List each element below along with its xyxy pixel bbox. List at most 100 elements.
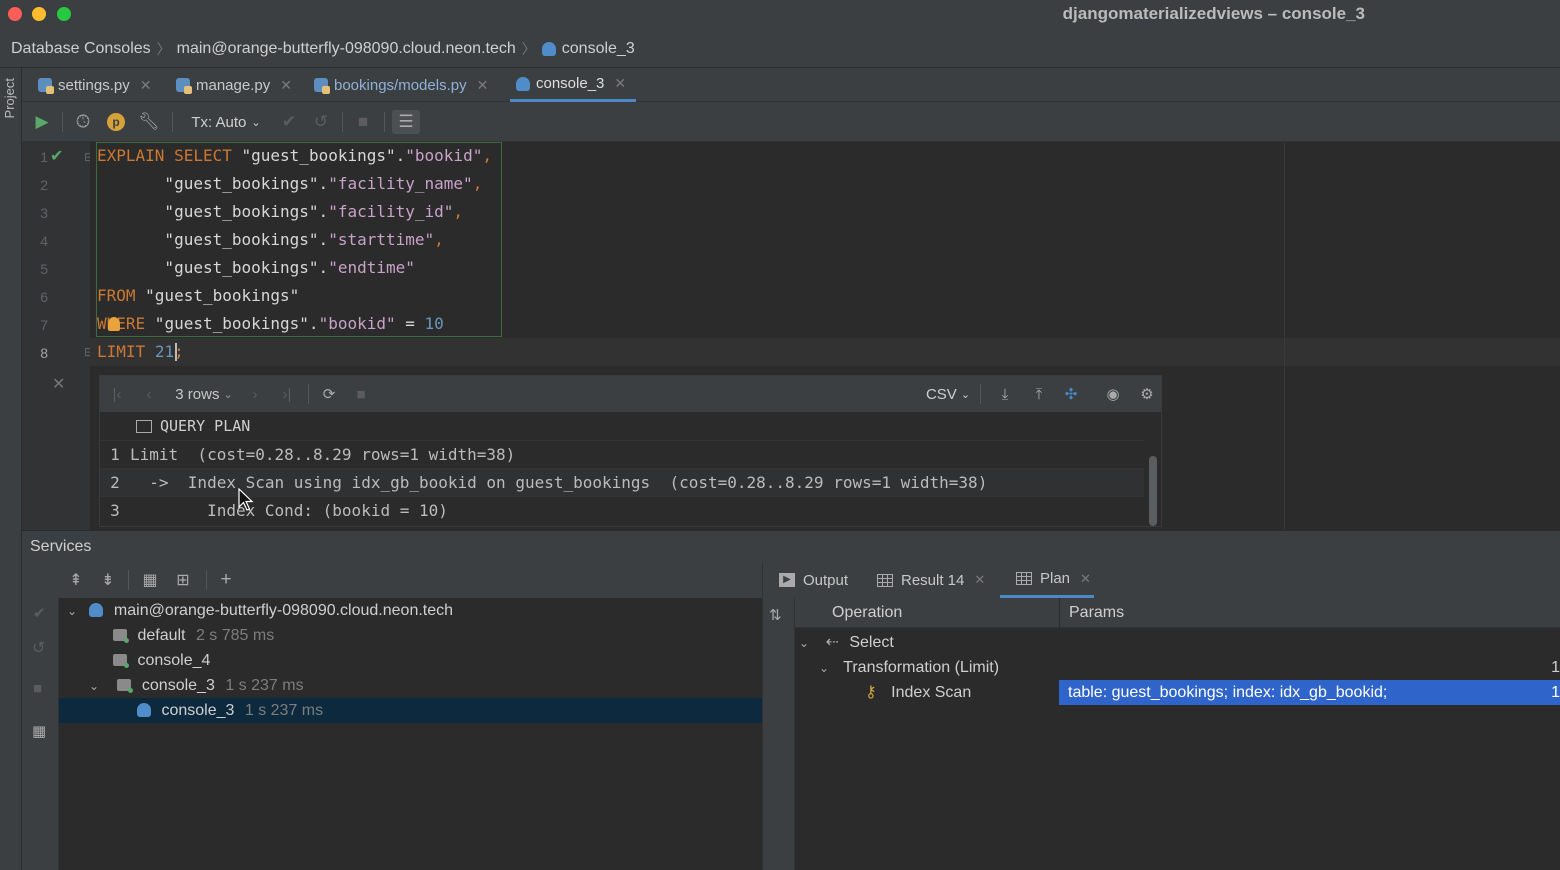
group-by-icon[interactable]: ▦ — [140, 570, 160, 590]
close-window-button[interactable] — [8, 7, 22, 21]
tab-console-3[interactable]: console_3 ✕ — [510, 68, 636, 102]
plan-row[interactable]: ⚷ Index Scan table: guest_bookings; inde… — [795, 680, 1560, 705]
result-column-header[interactable]: QUERY PLAN — [100, 414, 1161, 440]
operation-label: Index Scan — [891, 684, 972, 701]
expand-all-icon[interactable]: ⇞ — [66, 570, 86, 590]
history-icon[interactable]: 🕓︎ — [72, 110, 94, 134]
download-icon[interactable]: ⤓ — [994, 384, 1016, 404]
tab-manage-py[interactable]: manage.py ✕ — [170, 68, 298, 102]
close-icon[interactable]: ✕ — [140, 77, 152, 94]
inline-result-panel: |‹ ‹ 3 rows ⌄ › ›| ⟳ ■ CSV ⌄ ⤓ ⤒ ✣ ◉ ⚙ QUE… — [99, 375, 1162, 527]
close-icon[interactable]: ✕ — [280, 77, 292, 94]
close-icon[interactable]: ✕ — [614, 75, 626, 92]
code-line[interactable]: "guest_bookings"."facility_id", — [97, 198, 463, 226]
commit-icon[interactable]: ✔ — [33, 604, 46, 622]
pin-tab-icon[interactable]: ✣ — [1060, 384, 1082, 404]
session-icon — [117, 679, 134, 693]
close-icon[interactable]: ✕ — [974, 572, 985, 588]
close-icon[interactable]: ✕ — [477, 77, 489, 94]
rollback-icon[interactable]: ↺ — [32, 638, 45, 658]
tree-item-session[interactable]: ⌄ console_3 1 s 237 ms — [59, 673, 762, 698]
params-cell[interactable]: table: guest_bookings; index: idx_gb_boo… — [1059, 680, 1560, 705]
results-view-icon[interactable]: ☰ — [392, 110, 420, 134]
zoom-window-button[interactable] — [57, 7, 71, 21]
chevron-down-icon[interactable]: ⌄ — [67, 599, 81, 624]
export-format-dropdown[interactable]: CSV ⌄ — [924, 384, 972, 404]
tab-result-14[interactable]: Result 14 ✕ — [877, 562, 985, 598]
output-tab-bar: ▶ Output Result 14 ✕ Plan ✕ — [763, 562, 1560, 598]
stop-icon[interactable]: ■ — [33, 680, 42, 697]
table-row[interactable]: 2 -> Index Scan using idx_gb_bookid on g… — [100, 468, 1144, 496]
eye-icon[interactable]: ◉ — [1102, 384, 1124, 404]
rollback-icon[interactable]: ↺ — [310, 110, 332, 134]
chevron-down-icon[interactable]: ⌄ — [799, 631, 813, 656]
code-line[interactable]: "guest_bookings"."facility_name", — [97, 170, 482, 198]
tree-item-session[interactable]: default 2 s 785 ms — [59, 623, 762, 648]
rows-dropdown[interactable]: 3 rows ⌄ — [172, 384, 236, 404]
tab-settings-py[interactable]: settings.py ✕ — [32, 68, 157, 102]
breadcrumb-item[interactable]: Database Consoles — [11, 40, 151, 58]
code-line[interactable]: LIMIT 21; — [97, 338, 184, 366]
intention-bulb-icon[interactable] — [108, 317, 120, 331]
add-icon[interactable]: + — [216, 569, 236, 590]
services-toolbar: ⇞ ⇟ ▦ ⊞ + — [22, 562, 762, 598]
table-cell[interactable]: Limit (cost=0.28..8.29 rows=1 width=38) — [130, 445, 515, 464]
column-header-operation[interactable]: Operation — [832, 604, 902, 622]
plan-row[interactable]: ⌄ Transformation (Limit) 1 — [795, 655, 1560, 680]
settings-wrench-icon[interactable]: 🔧︎ — [138, 110, 160, 134]
services-action-stripe: Tx ✔ ↺ ■ ▦ — [22, 562, 59, 870]
commit-icon[interactable]: ✔ — [278, 110, 300, 134]
first-page-icon[interactable]: |‹ — [108, 384, 126, 404]
table-cell[interactable]: Index Cond: (bookid = 10) — [130, 501, 448, 520]
chevron-down-icon[interactable]: ⌄ — [819, 656, 833, 681]
code-line[interactable]: WHERE "guest_bookings"."bookid" = 10 — [97, 310, 444, 338]
minimize-window-button[interactable] — [32, 7, 46, 21]
toolbar-divider — [206, 570, 207, 590]
column-divider[interactable] — [1059, 598, 1060, 628]
stop-icon[interactable]: ■ — [352, 384, 370, 404]
tree-item-connection[interactable]: ⌄ main@orange-butterfly-098090.cloud.neo… — [59, 598, 762, 623]
tree-item-console[interactable]: console_3 1 s 237 ms — [59, 698, 762, 723]
profile-icon[interactable]: p — [106, 110, 126, 134]
postgres-icon — [516, 76, 530, 91]
tab-output[interactable]: ▶ Output — [779, 562, 848, 598]
new-tab-icon[interactable]: ⊞ — [172, 570, 194, 590]
chevron-right-icon: 〉 — [521, 40, 536, 57]
breadcrumb-item[interactable]: main@orange-butterfly-098090.cloud.neon.… — [177, 40, 516, 58]
project-tool-button[interactable]: Project — [2, 78, 17, 118]
table-row[interactable]: 1 Limit (cost=0.28..8.29 rows=1 width=38) — [100, 440, 1144, 468]
breadcrumb-item[interactable]: console_3 — [562, 40, 635, 58]
chevron-down-icon: ⌄ — [960, 388, 971, 401]
gear-icon[interactable]: ⚙ — [1136, 384, 1158, 404]
chevron-down-icon: ⌄ — [223, 388, 233, 401]
code-line[interactable]: FROM "guest_bookings" — [97, 282, 299, 310]
code-line[interactable]: "guest_bookings"."starttime", — [97, 226, 444, 254]
next-page-icon[interactable]: › — [246, 384, 264, 404]
collapse-all-icon[interactable]: ⇟ — [98, 570, 118, 590]
tab-bookings-models-py[interactable]: bookings/models.py ✕ — [308, 68, 494, 102]
expand-all-icon[interactable]: ⇅ — [769, 606, 782, 624]
tab-plan[interactable]: Plan ✕ — [1000, 562, 1094, 598]
close-results-icon[interactable]: ✕ — [52, 374, 65, 394]
column-header-params[interactable]: Params — [1069, 604, 1124, 622]
code-token: , — [434, 230, 444, 249]
result-scrollbar[interactable] — [1149, 456, 1157, 526]
code-line[interactable]: "guest_bookings"."endtime" — [97, 254, 414, 282]
stop-icon[interactable]: ■ — [352, 110, 374, 134]
close-icon[interactable]: ✕ — [1080, 571, 1091, 587]
code-token: , — [472, 174, 483, 193]
refresh-icon[interactable]: ⟳ — [318, 384, 340, 404]
table-cell[interactable]: -> Index Scan using idx_gb_bookid on gue… — [130, 473, 987, 492]
table-row[interactable]: 3 Index Cond: (bookid = 10) — [100, 496, 1144, 524]
code-line[interactable]: EXPLAIN SELECT "guest_bookings"."bookid"… — [97, 142, 492, 170]
plan-row[interactable]: ⌄ ⇠ Select — [795, 630, 1560, 655]
tx-mode-dropdown[interactable]: Tx: Auto ⌄ — [186, 110, 266, 134]
previous-page-icon[interactable]: ‹ — [140, 384, 158, 404]
chevron-down-icon[interactable]: ⌄ — [89, 674, 103, 699]
last-page-icon[interactable]: ›| — [276, 384, 298, 404]
layout-icon[interactable]: ▦ — [32, 722, 46, 740]
tree-item-session[interactable]: console_4 — [59, 648, 762, 673]
run-icon[interactable]: ▶ — [32, 110, 52, 134]
upload-icon[interactable]: ⤒ — [1028, 384, 1050, 404]
toolbar-divider — [128, 570, 129, 590]
